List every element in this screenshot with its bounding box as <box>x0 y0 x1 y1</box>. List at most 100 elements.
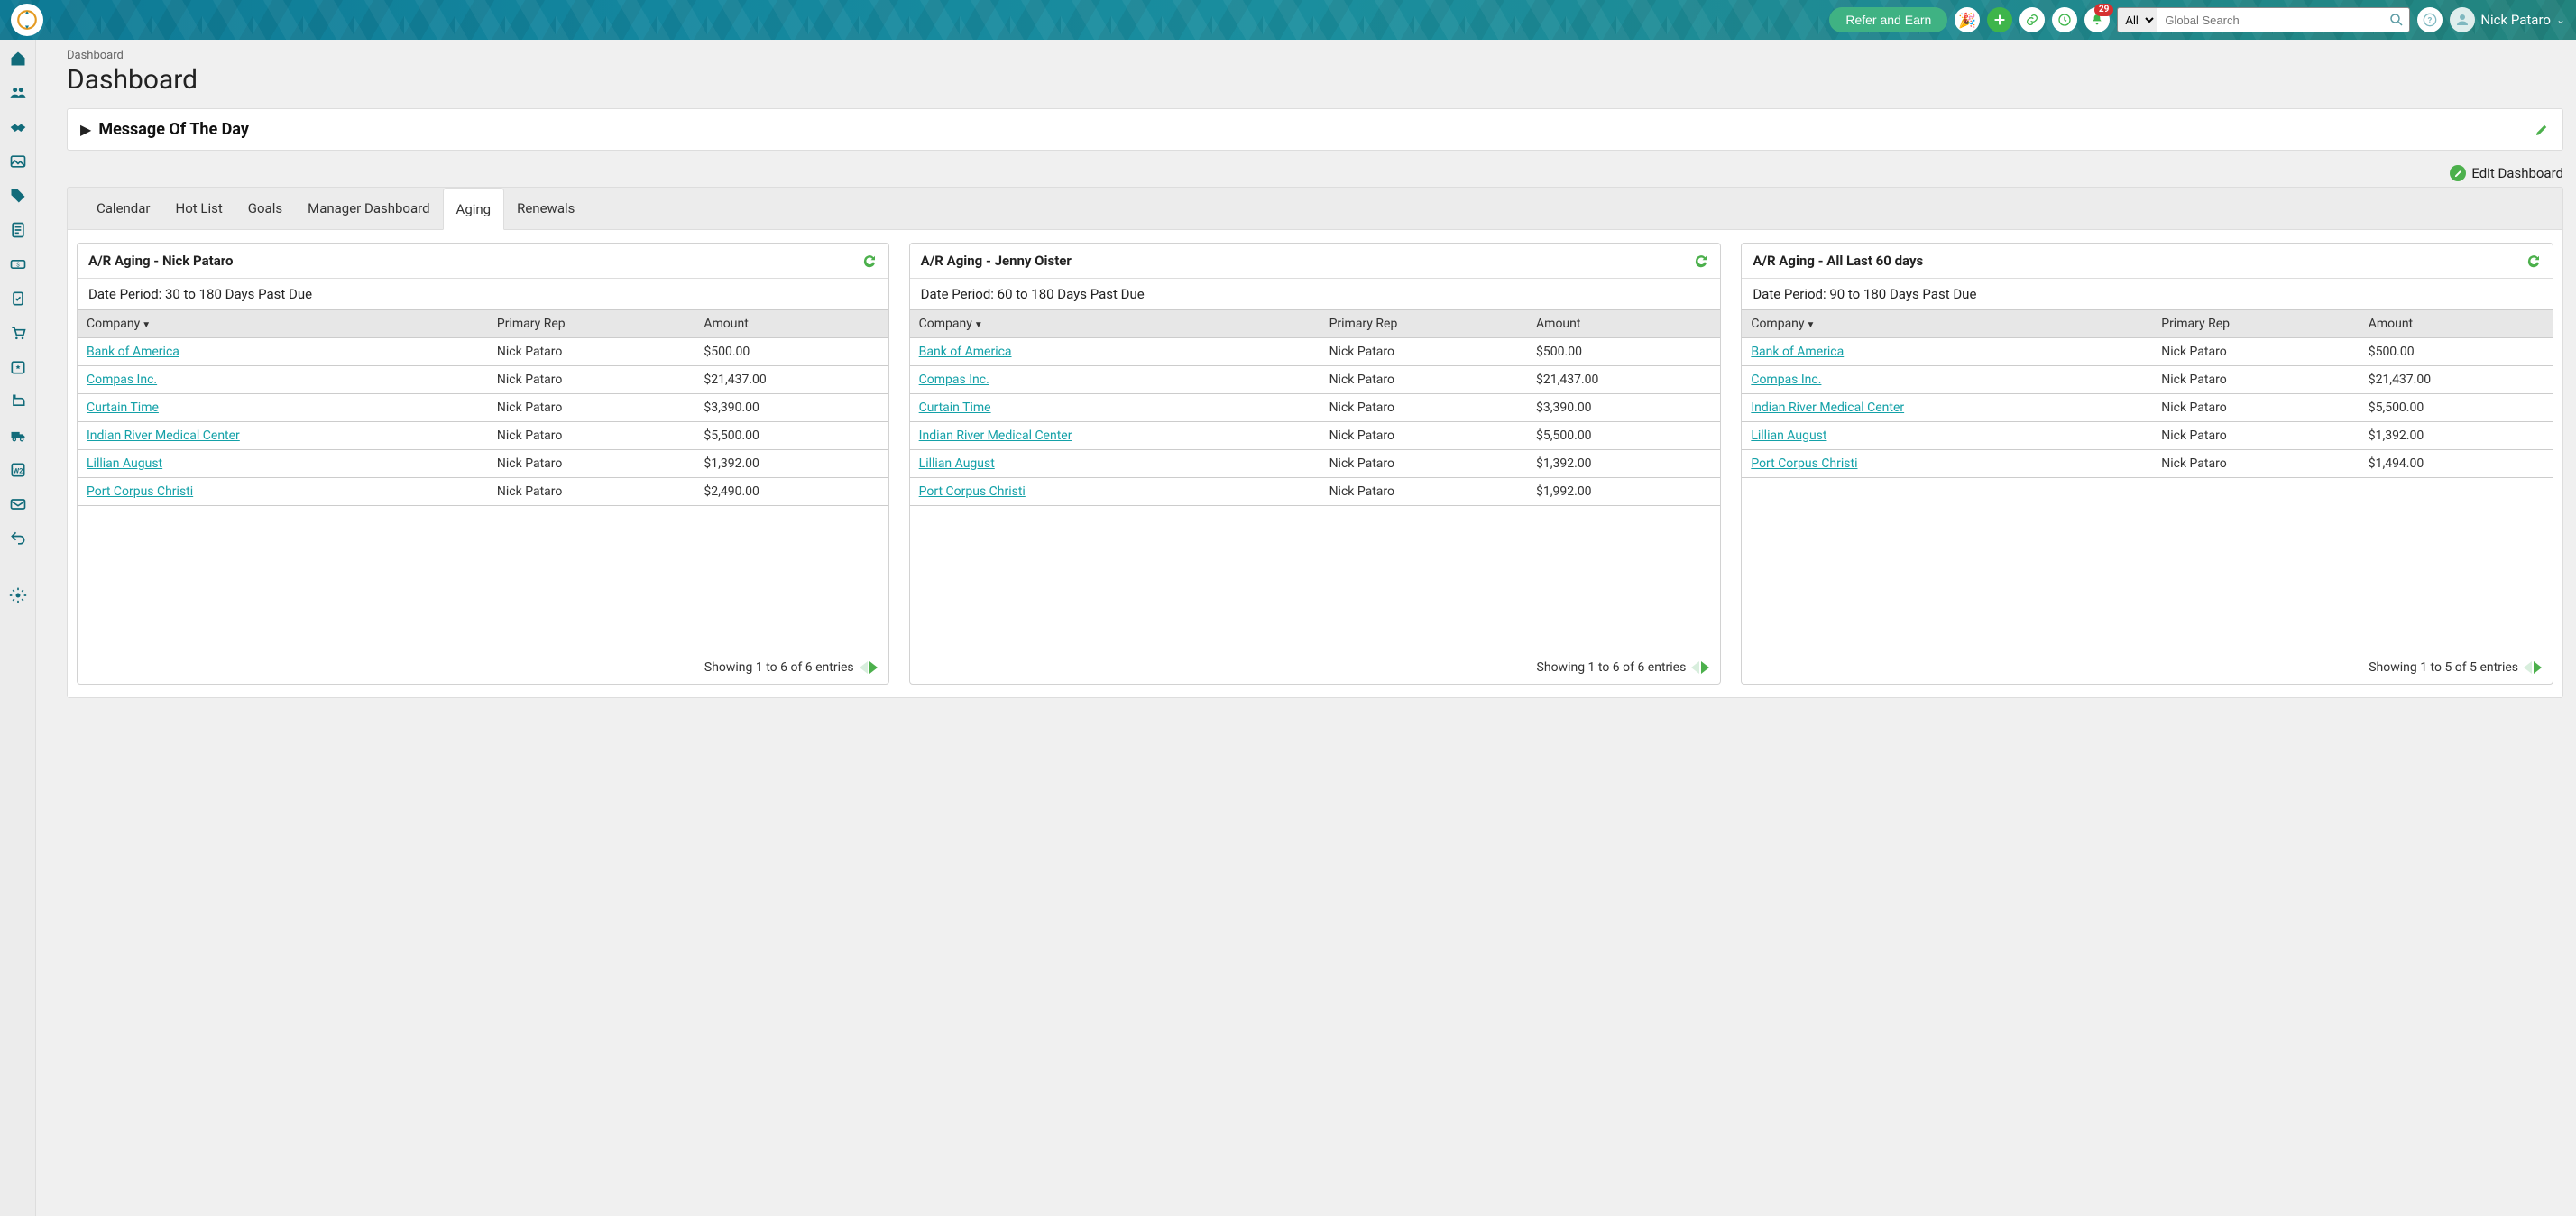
nav-mail[interactable] <box>8 494 28 514</box>
col-amount[interactable]: Amount <box>1527 310 1720 338</box>
message-of-the-day-panel[interactable]: ▶ Message Of The Day <box>67 108 2563 151</box>
app-logo[interactable] <box>11 4 43 36</box>
user-menu[interactable]: Nick Pataro ⌄ <box>2450 7 2565 32</box>
nav-deals[interactable] <box>8 117 28 137</box>
pager-prev[interactable] <box>860 661 868 674</box>
nav-truck[interactable] <box>8 426 28 446</box>
widget-date-period: Date Period: 30 to 180 Days Past Due <box>78 278 888 309</box>
page-title: Dashboard <box>67 64 2563 96</box>
company-link[interactable]: Port Corpus Christi <box>1751 456 1857 471</box>
tab-hot-list[interactable]: Hot List <box>163 188 235 229</box>
nav-clipboard[interactable] <box>8 289 28 309</box>
col-primary-rep[interactable]: Primary Rep <box>2152 310 2359 338</box>
company-link[interactable]: Bank of America <box>1751 345 1844 359</box>
edit-dashboard-button[interactable]: Edit Dashboard <box>67 165 2563 181</box>
nav-tag[interactable] <box>8 186 28 206</box>
company-link[interactable]: Indian River Medical Center <box>1751 401 1904 415</box>
refer-and-earn-button[interactable]: Refer and Earn <box>1829 7 1947 32</box>
refresh-icon[interactable] <box>2525 253 2542 269</box>
company-link[interactable]: Bank of America <box>919 345 1012 359</box>
nav-image[interactable] <box>8 152 28 171</box>
cash-icon: $ <box>9 255 27 273</box>
company-link[interactable]: Indian River Medical Center <box>87 428 240 443</box>
pencil-icon[interactable] <box>2534 122 2550 138</box>
cart-icon <box>9 324 27 342</box>
tab-renewals[interactable]: Renewals <box>504 188 587 229</box>
company-link[interactable]: Curtain Time <box>919 401 991 415</box>
notifications-button[interactable]: 29 <box>2084 7 2110 32</box>
pager-prev[interactable] <box>2524 661 2532 674</box>
primary-rep-cell: Nick Pataro <box>488 450 695 478</box>
refresh-icon[interactable] <box>1693 253 1709 269</box>
primary-rep-cell: Nick Pataro <box>1320 450 1527 478</box>
col-amount[interactable]: Amount <box>2360 310 2553 338</box>
amount-cell: $500.00 <box>2360 338 2553 366</box>
help-icon: ? <box>2423 13 2437 27</box>
company-link[interactable]: Lillian August <box>919 456 995 471</box>
col-company[interactable]: Company▼ <box>910 310 1320 338</box>
col-company[interactable]: Company▼ <box>78 310 488 338</box>
table-row: Bank of AmericaNick Pataro$500.00 <box>910 338 1721 366</box>
tab-goals[interactable]: Goals <box>235 188 295 229</box>
help-button[interactable]: ? <box>2417 7 2443 32</box>
company-link[interactable]: Compas Inc. <box>87 373 157 387</box>
avatar <box>2450 7 2475 32</box>
company-link[interactable]: Curtain Time <box>87 401 159 415</box>
amount-cell: $1,392.00 <box>695 450 888 478</box>
nav-doc[interactable] <box>8 220 28 240</box>
nav-home[interactable] <box>8 49 28 69</box>
widget-date-period: Date Period: 90 to 180 Days Past Due <box>1742 278 2553 309</box>
mailbox-icon <box>9 392 27 410</box>
col-primary-rep[interactable]: Primary Rep <box>1320 310 1527 338</box>
search-scope-select[interactable]: All <box>2117 7 2157 32</box>
col-primary-rep[interactable]: Primary Rep <box>488 310 695 338</box>
nav-cart[interactable] <box>8 323 28 343</box>
link-button[interactable] <box>2019 7 2045 32</box>
history-button[interactable] <box>2052 7 2077 32</box>
nav-w2[interactable]: W2 <box>8 460 28 480</box>
add-button[interactable] <box>1987 7 2012 32</box>
pager-next[interactable] <box>2534 661 2542 674</box>
home-icon <box>9 50 27 68</box>
mail-icon <box>9 495 27 513</box>
ar-aging-widget: A/R Aging - All Last 60 daysDate Period:… <box>1741 243 2553 685</box>
company-link[interactable]: Compas Inc. <box>1751 373 1821 387</box>
company-link[interactable]: Port Corpus Christi <box>87 484 193 499</box>
clipboard-icon <box>9 290 27 308</box>
breadcrumb[interactable]: Dashboard <box>67 49 2563 62</box>
refresh-icon[interactable] <box>861 253 878 269</box>
top-header: Refer and Earn 🎉 29 All ? <box>0 0 2576 40</box>
company-link[interactable]: Lillian August <box>1751 428 1826 443</box>
celebrate-icon[interactable]: 🎉 <box>1955 7 1980 32</box>
tab-manager-dashboard[interactable]: Manager Dashboard <box>295 188 442 229</box>
pager-prev[interactable] <box>1691 661 1699 674</box>
chevron-down-icon: ⌄ <box>2556 14 2565 26</box>
nav-calendar[interactable] <box>8 357 28 377</box>
search-icon[interactable] <box>2388 12 2405 28</box>
table-row: Indian River Medical CenterNick Pataro$5… <box>910 422 1721 450</box>
primary-rep-cell: Nick Pataro <box>1320 366 1527 394</box>
pager-next[interactable] <box>869 661 878 674</box>
company-link[interactable]: Port Corpus Christi <box>919 484 1026 499</box>
w2-icon: W2 <box>9 461 27 479</box>
company-link[interactable]: Indian River Medical Center <box>919 428 1072 443</box>
company-link[interactable]: Bank of America <box>87 345 179 359</box>
tab-aging[interactable]: Aging <box>443 188 505 230</box>
nav-money[interactable]: $ <box>8 254 28 274</box>
tag-icon <box>9 187 27 205</box>
table-row: Compas Inc.Nick Pataro$21,437.00 <box>78 366 888 394</box>
company-link[interactable]: Compas Inc. <box>919 373 989 387</box>
col-company[interactable]: Company▼ <box>1742 310 2152 338</box>
tab-calendar[interactable]: Calendar <box>84 188 163 229</box>
table-row: Bank of AmericaNick Pataro$500.00 <box>1742 338 2553 366</box>
caret-right-icon: ▶ <box>80 121 91 138</box>
pager-next[interactable] <box>1701 661 1709 674</box>
nav-return[interactable] <box>8 529 28 548</box>
nav-people[interactable] <box>8 83 28 103</box>
col-amount[interactable]: Amount <box>695 310 888 338</box>
nav-settings[interactable] <box>8 585 28 605</box>
edit-dashboard-icon <box>2450 165 2466 181</box>
global-search-input[interactable] <box>2157 7 2410 32</box>
nav-mailbox[interactable] <box>8 392 28 411</box>
company-link[interactable]: Lillian August <box>87 456 162 471</box>
